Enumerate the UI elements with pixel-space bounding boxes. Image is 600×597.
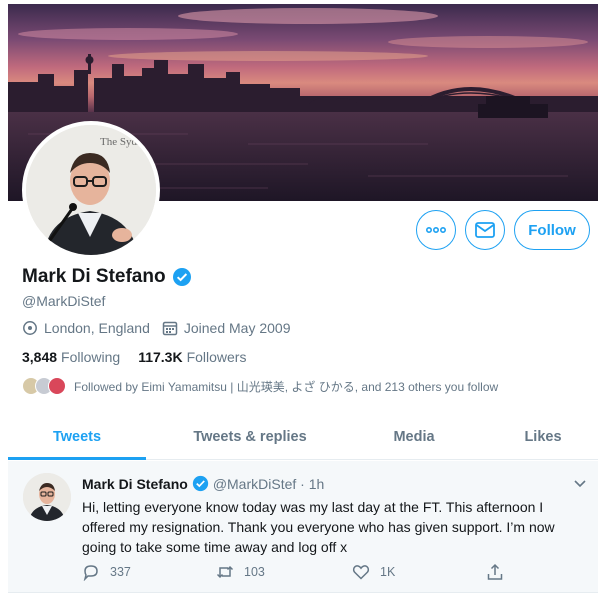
like-button[interactable]: 1K (352, 563, 395, 581)
envelope-icon (475, 222, 495, 238)
tweet-header: Mark Di Stefano @MarkDiStef · 1h (82, 475, 324, 492)
more-options-button[interactable] (416, 210, 456, 250)
verified-badge-icon (172, 268, 191, 286)
active-tab-indicator (8, 457, 146, 460)
retweet-icon (216, 565, 234, 579)
profile-stats: 3,848 Following 117.3K Followers (22, 349, 246, 365)
profile-location: London, England (44, 320, 150, 336)
share-button[interactable] (486, 563, 514, 581)
tweet-author-avatar[interactable] (23, 473, 71, 521)
message-button[interactable] (465, 210, 505, 250)
followed-by-text: Followed by Eimi Yamamitsu | 山光瑛美, よざ ひか… (74, 379, 499, 394)
tweet-actions: 337 103 1K (82, 563, 522, 583)
more-icon (426, 227, 446, 233)
following-link[interactable]: 3,848 Following (22, 349, 120, 365)
avatar-sign-text: The Sydney Institute (100, 136, 156, 148)
followers-link[interactable]: 117.3K Followers (138, 349, 246, 365)
tweet-handle-time[interactable]: @MarkDiStef · 1h (213, 476, 324, 492)
tweet[interactable]: Mark Di Stefano @MarkDiStef · 1h Hi, let… (8, 461, 598, 593)
chevron-down-icon[interactable] (572, 475, 588, 491)
tab-tweets[interactable]: Tweets (8, 414, 146, 460)
profile-meta: London, England Joined May 2009 (22, 320, 291, 336)
followers-count: 117.3K (138, 349, 183, 365)
profile-avatar[interactable]: The Sydney Institute (22, 121, 160, 259)
heart-icon (352, 565, 370, 580)
tab-likes[interactable]: Likes (498, 414, 588, 460)
following-label: Following (61, 349, 121, 365)
location-pin-icon (23, 321, 37, 335)
avatar (48, 377, 66, 395)
followed-by-avatars (22, 377, 66, 395)
like-count: 1K (380, 565, 396, 579)
retweet-button[interactable]: 103 (216, 563, 265, 581)
reply-count: 337 (110, 565, 131, 579)
tweet-author-name[interactable]: Mark Di Stefano (82, 476, 188, 492)
profile-handle: @MarkDiStef (22, 293, 106, 309)
profile-page: The Sydney Institute (0, 0, 600, 597)
calendar-icon (162, 321, 178, 336)
tab-media[interactable]: Media (354, 414, 474, 460)
profile-tabs: Tweets Tweets & replies Media Likes (8, 414, 598, 460)
followers-label: Followers (186, 349, 247, 365)
share-icon (487, 563, 503, 580)
reply-button[interactable]: 337 (82, 563, 131, 581)
profile-name-row: Mark Di Stefano (22, 266, 192, 288)
verified-badge-icon (192, 475, 208, 492)
profile-name: Mark Di Stefano (22, 266, 166, 287)
tweet-text: Hi, letting everyone know today was my l… (82, 499, 555, 555)
retweet-count: 103 (244, 565, 265, 579)
follow-button[interactable]: Follow (514, 210, 590, 250)
profile-joined-date: Joined May 2009 (183, 320, 291, 336)
following-count: 3,848 (22, 349, 58, 365)
tab-tweets-and-replies[interactable]: Tweets & replies (170, 414, 330, 460)
reply-icon (83, 565, 98, 581)
followed-by-row[interactable]: Followed by Eimi Yamamitsu | 山光瑛美, よざ ひか… (22, 377, 498, 395)
